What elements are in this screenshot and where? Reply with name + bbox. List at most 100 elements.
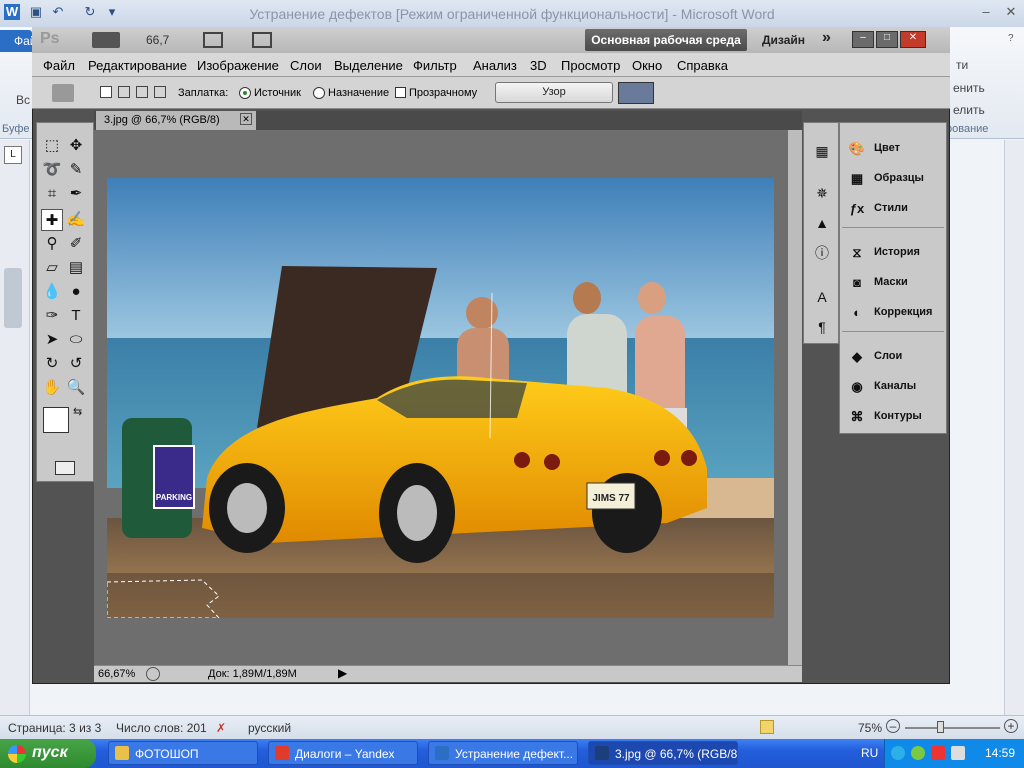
panel-styles-fx[interactable]: ƒx Стили	[846, 195, 944, 223]
menu-4[interactable]: Выделение	[334, 58, 403, 73]
ribbon-find-label[interactable]: ти	[956, 58, 968, 72]
tab-selector[interactable]: L	[4, 146, 22, 164]
arrange-docs-icon[interactable]	[203, 32, 223, 48]
close-icon[interactable]: ✕	[1003, 4, 1019, 20]
pattern-picker[interactable]	[618, 82, 654, 104]
panel-paths[interactable]: ⌘ Контуры	[846, 403, 944, 431]
hand-tool-icon[interactable]: ✋	[41, 377, 63, 399]
print-layout-icon[interactable]	[760, 720, 774, 734]
menu-6[interactable]: Анализ	[473, 58, 517, 73]
info-circle-icon[interactable]: ⓘ	[812, 243, 832, 263]
marquee-tool-icon[interactable]: ⬚	[41, 135, 63, 157]
panel-adjustments[interactable]: ◐ Коррекция	[846, 299, 944, 327]
3d-rotate-tool-icon[interactable]: ↻	[41, 353, 63, 375]
panel-history[interactable]: ⧖ История	[846, 239, 944, 267]
gradient-tool-icon[interactable]: ▤	[65, 257, 87, 279]
redo-icon[interactable]: ↻	[82, 4, 98, 20]
menu-7[interactable]: 3D	[530, 58, 547, 73]
ps-close-icon[interactable]: ✕	[900, 31, 926, 48]
taskbar-item-3[interactable]: 3.jpg @ 66,7% (RGB/8)	[588, 741, 738, 765]
tray-kaspersky-icon[interactable]	[931, 746, 945, 760]
word-file-tab[interactable]: Фай	[0, 30, 37, 52]
histogram-icon[interactable]: ▲	[812, 213, 832, 233]
eraser-tool-icon[interactable]: ▱	[41, 257, 63, 279]
character-icon[interactable]: A	[812, 287, 832, 307]
intersect-selection-icon[interactable]	[154, 86, 166, 98]
quick-select-tool-icon[interactable]: ✎	[65, 159, 87, 181]
move-tool-icon[interactable]: ✥	[65, 135, 87, 157]
menu-3[interactable]: Слои	[290, 58, 322, 73]
lasso-tool-icon[interactable]: ➰	[41, 159, 63, 181]
taskbar-item-0[interactable]: ФОТОШОП	[108, 741, 258, 765]
zoom-in-icon[interactable]: +	[1004, 719, 1018, 733]
quick-mask-icon[interactable]	[55, 461, 75, 475]
screen-mode-icon[interactable]	[252, 32, 272, 48]
menu-8[interactable]: Просмотр	[561, 58, 620, 73]
panel-layers[interactable]: ◆ Слои	[846, 343, 944, 371]
help-icon[interactable]: ?	[1008, 33, 1014, 44]
status-word-count[interactable]: Число слов: 201	[116, 721, 207, 735]
minimize-icon[interactable]: –	[978, 4, 994, 20]
tray-av-icon[interactable]	[911, 746, 925, 760]
workspace-design-button[interactable]: Дизайн	[762, 33, 805, 47]
pen-tool-icon[interactable]: ✑	[41, 305, 63, 327]
tray-volume-icon[interactable]	[951, 746, 965, 760]
zoom-slider-track[interactable]	[905, 727, 1000, 729]
status-info-icon[interactable]	[146, 667, 160, 681]
panel-masks[interactable]: ◙ Маски	[846, 269, 944, 297]
doc-tab[interactable]: 3.jpg @ 66,7% (RGB/8) ✕	[96, 111, 256, 130]
start-button[interactable]: пуск	[0, 739, 96, 768]
menu-9[interactable]: Окно	[632, 58, 662, 73]
doc-close-icon[interactable]: ✕	[240, 113, 252, 125]
undo-icon[interactable]: ↶	[50, 4, 66, 20]
proofing-icon[interactable]: ✗	[216, 721, 226, 735]
panel-swatches[interactable]: ▦ Образцы	[846, 165, 944, 193]
taskbar-item-1[interactable]: Диалоги – Yandex	[268, 741, 418, 765]
transparent-checkbox[interactable]	[395, 87, 406, 98]
swap-colors-icon[interactable]: ⇆	[73, 405, 82, 418]
status-page-count[interactable]: Страница: 3 из 3	[8, 721, 101, 735]
eyedropper-tool-icon[interactable]: ✒	[65, 183, 87, 205]
history-brush-tool-icon[interactable]: ✐	[65, 233, 87, 255]
clone-stamp-tool-icon[interactable]: ⚲	[41, 233, 63, 255]
word-scrollbar[interactable]	[1004, 140, 1024, 715]
save-icon[interactable]: ▣	[28, 4, 44, 20]
tray-network-icon[interactable]	[891, 746, 905, 760]
zoom-slider-thumb[interactable]	[937, 721, 944, 733]
zoom-tool-icon[interactable]: 🔍	[65, 377, 87, 399]
patch-tool-icon[interactable]: ✚	[41, 209, 63, 231]
zoom-level[interactable]: 66,7	[146, 33, 169, 47]
ribbon-select-label[interactable]: елить	[953, 103, 985, 117]
patch-tool-preset-icon[interactable]	[52, 84, 74, 102]
menu-1[interactable]: Редактирование	[88, 58, 187, 73]
shape-tool-icon[interactable]: ⬭	[65, 329, 87, 351]
brush-tool-icon[interactable]: ✍	[65, 209, 87, 231]
menu-10[interactable]: Справка	[677, 58, 728, 73]
qat-dropdown-icon[interactable]: ▾	[104, 4, 120, 20]
add-selection-icon[interactable]	[118, 86, 130, 98]
use-pattern-button[interactable]: Узор	[495, 82, 613, 103]
status-zoom-level[interactable]: 75%	[858, 721, 882, 735]
source-radio[interactable]	[239, 87, 251, 99]
paragraph-icon[interactable]: ¶	[812, 317, 832, 337]
panel-palette[interactable]: 🎨 Цвет	[846, 135, 944, 163]
ribbon-paste-label[interactable]: Вс	[16, 93, 30, 107]
status-language[interactable]: русский	[248, 721, 291, 735]
crop-tool-icon[interactable]: ⌗	[41, 183, 63, 205]
tray-language[interactable]: RU	[861, 746, 878, 760]
taskbar-item-2[interactable]: Устранение дефект...	[428, 741, 578, 765]
ps-minimize-icon[interactable]: –	[852, 31, 874, 48]
3d-orbit-tool-icon[interactable]: ↺	[65, 353, 87, 375]
bridge-icon[interactable]	[92, 32, 120, 48]
ribbon-replace-label[interactable]: енить	[953, 81, 985, 95]
workspace-more-button[interactable]: »	[822, 29, 831, 47]
destination-radio[interactable]	[313, 87, 325, 99]
subtract-selection-icon[interactable]	[136, 86, 148, 98]
word-app-icon[interactable]: W	[4, 4, 20, 20]
ruler-handle[interactable]	[4, 268, 22, 328]
new-selection-icon[interactable]	[100, 86, 112, 98]
info-panel-icon[interactable]: ✵	[812, 183, 832, 203]
status-zoom[interactable]: 66,67%	[98, 668, 135, 680]
zoom-out-icon[interactable]: –	[886, 719, 900, 733]
blur-tool-icon[interactable]: 💧	[41, 281, 63, 303]
